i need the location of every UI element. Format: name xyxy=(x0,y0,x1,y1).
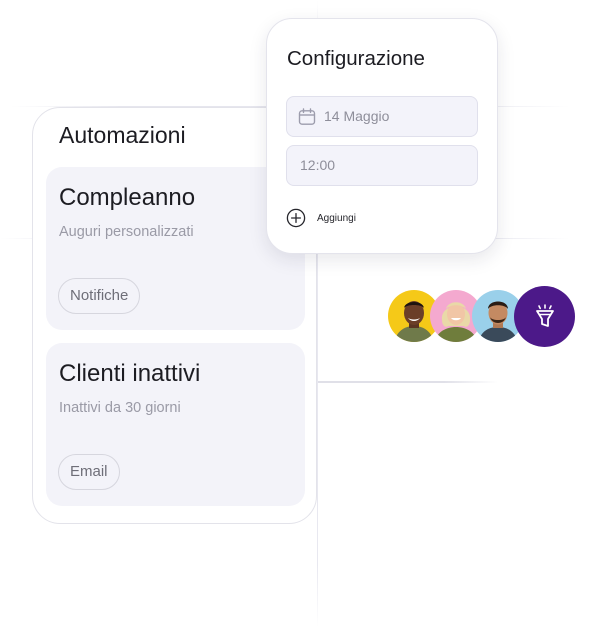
notifications-chip[interactable]: Notifiche xyxy=(58,278,141,314)
automation-card-inactive-clients[interactable]: Clienti inattivi Inattivi da 30 giorni E… xyxy=(46,343,305,506)
funnel-icon xyxy=(535,303,554,327)
funnel-button[interactable] xyxy=(514,286,575,347)
date-value: 14 Maggio xyxy=(324,108,390,124)
date-field[interactable]: 14 Maggio xyxy=(286,96,478,137)
configuration-panel: Configurazione 14 Maggio 12:00 Aggiungi xyxy=(266,18,498,254)
grid-line xyxy=(318,381,498,383)
calendar-icon xyxy=(298,108,316,125)
automation-card-title: Clienti inattivi xyxy=(59,360,201,387)
time-value: 12:00 xyxy=(300,157,336,173)
plus-circle-icon xyxy=(286,208,306,228)
automation-card-subtitle: Auguri personalizzati xyxy=(59,224,194,240)
automation-card-subtitle: Inattivi da 30 giorni xyxy=(59,400,181,416)
add-button[interactable]: Aggiungi xyxy=(286,207,356,229)
add-label: Aggiungi xyxy=(317,212,356,224)
time-field[interactable]: 12:00 xyxy=(286,145,478,186)
automation-card-title: Compleanno xyxy=(59,184,196,211)
email-chip[interactable]: Email xyxy=(58,454,120,490)
automations-title: Automazioni xyxy=(59,122,186,148)
configuration-title: Configurazione xyxy=(287,47,425,70)
